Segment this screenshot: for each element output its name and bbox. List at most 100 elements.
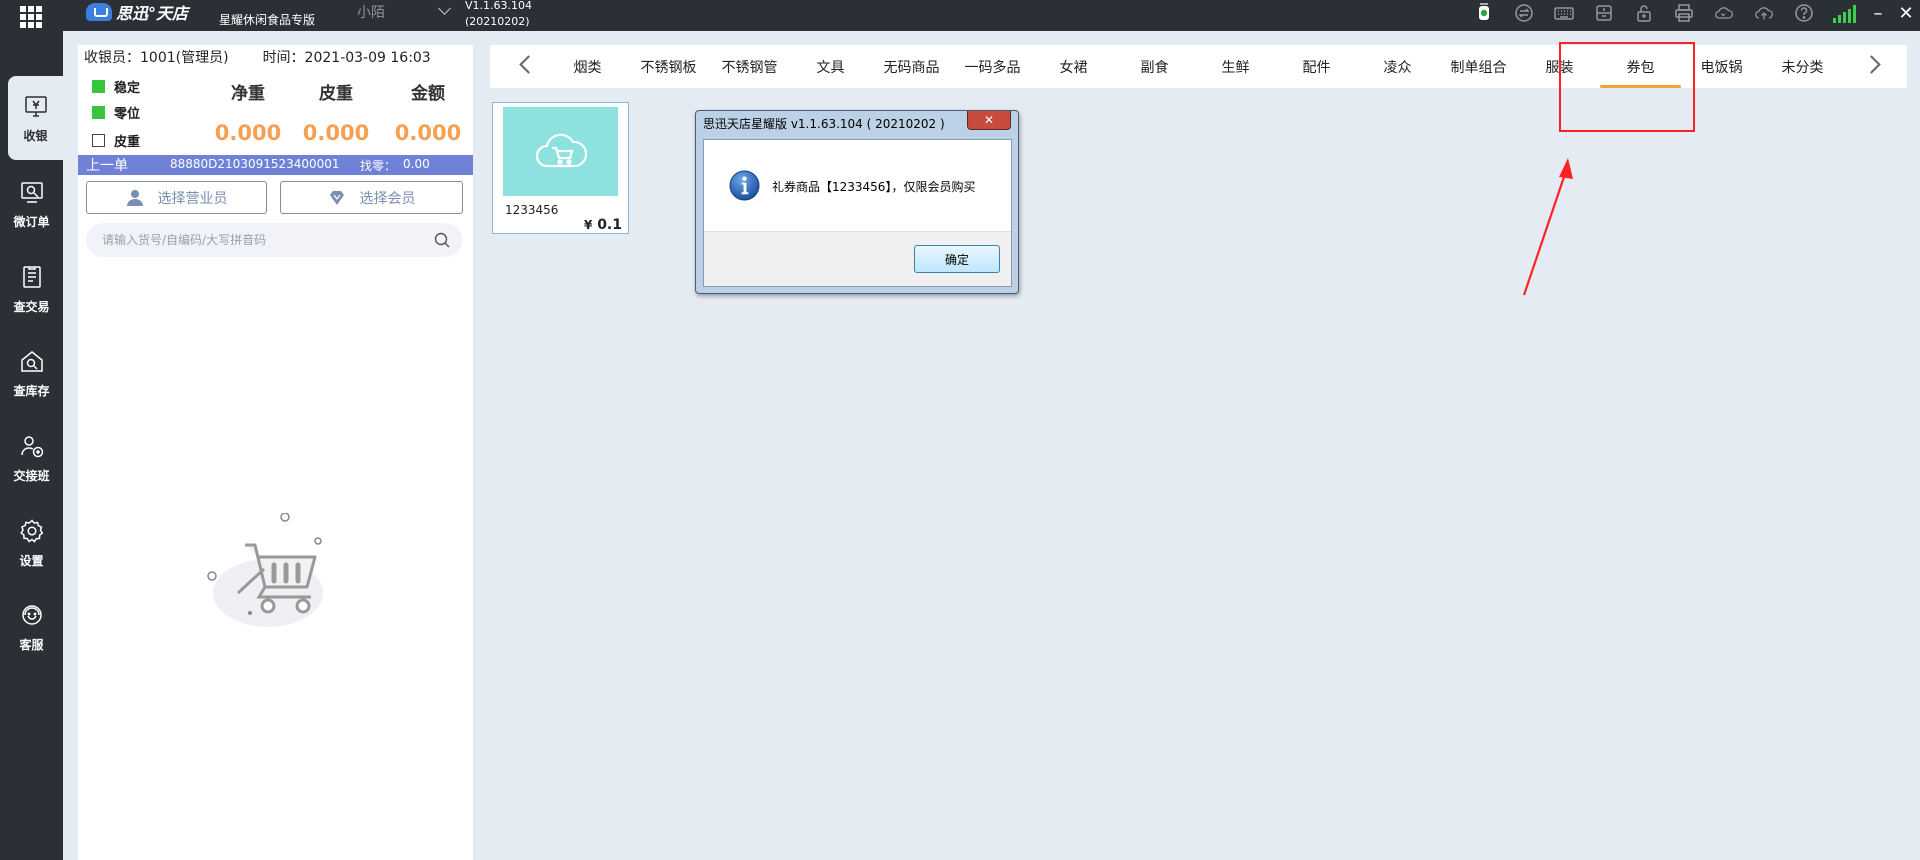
nav-label: 交接班 <box>13 468 50 483</box>
sync-icon[interactable] <box>1504 0 1544 26</box>
nav-label: 客服 <box>19 637 44 652</box>
indicator-tare[interactable]: 皮重 <box>92 131 140 150</box>
logo-text: 思迅°天店 <box>116 4 189 23</box>
indicator-label: 零位 <box>114 107 141 122</box>
cloud-upload-icon[interactable] <box>1744 0 1784 26</box>
printer-icon[interactable] <box>1664 0 1704 26</box>
change-label: 找零： <box>360 159 397 173</box>
select-member-button[interactable]: 选择会员 <box>280 181 463 214</box>
category-tab[interactable]: 不锈钢管 <box>709 45 790 88</box>
category-tab[interactable]: 凌众 <box>1357 45 1438 88</box>
category-tab[interactable]: 女裙 <box>1033 45 1114 88</box>
nav-label: 收银 <box>23 128 48 143</box>
lock-icon[interactable] <box>1624 0 1664 26</box>
cashier-info: 收银员：1001(管理员) 时间：2021-03-09 16:03 <box>84 47 431 67</box>
amount-value: 0.000 <box>394 121 462 145</box>
nav-shift-handover[interactable]: 交接班 <box>0 416 63 500</box>
user-name[interactable]: 小陌 <box>357 2 385 22</box>
empty-cart-icon <box>207 513 323 627</box>
dialog-body: 礼券商品【1233456】，仅限会员购买 确定 <box>703 139 1012 287</box>
search-input[interactable] <box>102 223 422 257</box>
nav-label: 微订单 <box>13 214 50 229</box>
help-icon[interactable] <box>1784 0 1824 26</box>
chevron-down-icon[interactable] <box>438 2 451 15</box>
category-tab[interactable]: 文具 <box>790 45 871 88</box>
app-logo: 思迅°天店 <box>86 2 189 23</box>
product-code: 1233456 <box>505 203 559 217</box>
select-member-label: 选择会员 <box>359 190 416 207</box>
micro-order-icon <box>20 181 43 203</box>
net-weight-header: 净重 <box>231 84 265 104</box>
currency-symbol: ¥ <box>583 218 593 232</box>
dialog-footer: 确定 <box>704 231 1011 286</box>
select-clerk-button[interactable]: 选择营业员 <box>86 181 267 214</box>
last-order-bar: 上一单 88880D2103091523400001 找零： 0.00 <box>78 155 473 175</box>
category-tab[interactable]: 不锈钢板 <box>628 45 709 88</box>
nav-micro-order[interactable]: 微订单 <box>0 162 63 246</box>
person-icon <box>126 189 143 206</box>
minimize-button[interactable]: – <box>1864 0 1892 26</box>
nav-customer-service[interactable]: 客服 <box>0 585 63 669</box>
transactions-icon <box>22 265 41 288</box>
customer-service-icon <box>21 604 42 625</box>
nav-label: 设置 <box>19 553 44 568</box>
net-weight-value: 0.000 <box>214 121 282 145</box>
tare-header: 皮重 <box>319 84 353 104</box>
dialog-title: 思迅天店星耀版 v1.1.63.104 ( 20210202 ) <box>703 117 945 131</box>
cashier-panel: 收银员：1001(管理员) 时间：2021-03-09 16:03 稳定 零位 皮… <box>78 45 473 860</box>
system-tray: – ✕ <box>1464 0 1920 26</box>
app-menu-grid-icon[interactable] <box>20 6 42 28</box>
category-tab[interactable]: 配件 <box>1276 45 1357 88</box>
time-label: 时间：2021-03-09 16:03 <box>262 50 431 66</box>
nav-label: 查库存 <box>13 383 50 398</box>
cloud-sync-icon[interactable] <box>1704 0 1744 26</box>
close-window-button[interactable]: ✕ <box>1892 0 1920 26</box>
indicator-label: 皮重 <box>114 135 141 150</box>
last-order-label: 上一单 <box>86 158 128 174</box>
dialog-message: 礼券商品【1233456】，仅限会员购买 <box>772 180 976 194</box>
keyboard-icon[interactable] <box>1544 0 1584 26</box>
shift-handover-icon <box>20 435 43 457</box>
status-light <box>92 80 105 93</box>
product-card[interactable]: 1233456 ¥ 0.1 <box>492 102 629 234</box>
top-bar: 思迅°天店 星耀休闲食品专版 小陌 V1.1.63.104 (20210202) <box>0 0 1920 31</box>
ok-button[interactable]: 确定 <box>914 245 1000 273</box>
category-tab[interactable]: 制单组合 <box>1438 45 1519 88</box>
edition-label: 星耀休闲食品专版 <box>219 13 316 27</box>
price-value: 0.1 <box>597 217 622 233</box>
cloud-cart-icon <box>535 133 587 167</box>
network-signal-icon <box>1824 0 1864 26</box>
last-order-number: 88880D2103091523400001 <box>170 157 340 171</box>
product-price: ¥ 0.1 <box>584 217 622 233</box>
category-tab[interactable]: 无码商品 <box>871 45 952 88</box>
prev-category-arrow-icon[interactable] <box>519 55 538 74</box>
logo-cart-icon <box>86 3 112 21</box>
dialog-close-button[interactable]: ✕ <box>967 111 1011 130</box>
tare-checkbox[interactable] <box>92 134 105 147</box>
version-number: V1.1.63.104 <box>465 0 533 12</box>
camera-icon[interactable] <box>1464 0 1504 26</box>
version-date: (20210202) <box>465 15 530 28</box>
amount-header: 金额 <box>411 84 445 104</box>
version-info: V1.1.63.104 (20210202) <box>465 0 532 30</box>
inventory-icon <box>20 350 43 372</box>
cashier-label: 收银员：1001(管理员) <box>84 50 229 66</box>
nav-cashier[interactable]: 收银 <box>8 76 63 160</box>
category-tab[interactable]: 生鲜 <box>1195 45 1276 88</box>
nav-transactions[interactable]: 查交易 <box>0 247 63 331</box>
product-search[interactable] <box>86 223 462 257</box>
category-tab[interactable]: 一码多品 <box>952 45 1033 88</box>
category-tab[interactable]: 副食 <box>1114 45 1195 88</box>
cash-drawer-icon[interactable] <box>1584 0 1624 26</box>
next-category-arrow-icon[interactable] <box>1862 55 1881 74</box>
nav-settings[interactable]: 设置 <box>0 501 63 585</box>
left-nav: 收银 微订单 查交易 查库存 交接班 设置 客服 <box>0 31 63 860</box>
indicator-stable: 稳定 <box>92 77 140 96</box>
category-tab[interactable]: 烟类 <box>547 45 628 88</box>
tare-value: 0.000 <box>302 121 370 145</box>
nav-inventory[interactable]: 查库存 <box>0 331 63 415</box>
category-tab[interactable]: 未分类 <box>1762 45 1843 88</box>
search-icon[interactable] <box>434 232 450 248</box>
status-light <box>92 106 105 119</box>
info-icon <box>729 170 760 201</box>
